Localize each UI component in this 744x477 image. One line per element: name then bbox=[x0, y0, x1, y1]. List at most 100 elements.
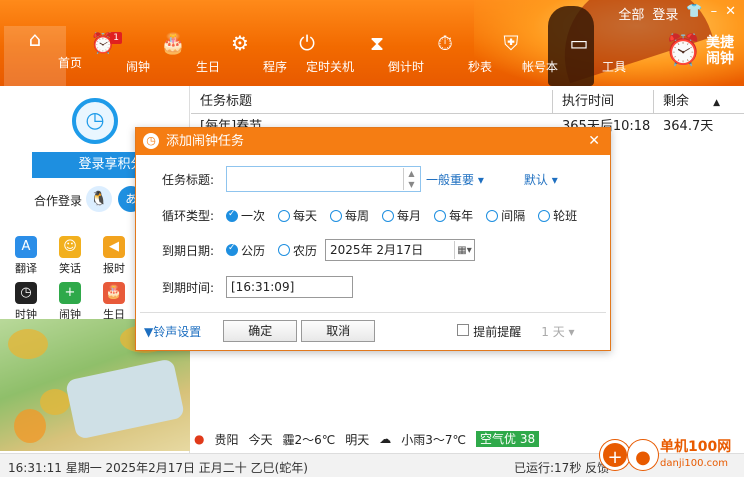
nav-gear[interactable]: ⚙ 程序 bbox=[209, 30, 287, 82]
tool-item[interactable]: 🎂 生日 bbox=[92, 282, 136, 322]
stopwatch-icon: ⏱ bbox=[437, 31, 453, 55]
skin-icon[interactable]: 👕 bbox=[686, 4, 702, 23]
col-task-title[interactable]: 任务标题 bbox=[191, 90, 553, 113]
home-icon: ⌂ bbox=[28, 27, 42, 51]
cycle-radio[interactable]: 间隔 bbox=[486, 207, 525, 224]
rain-cloud-icon: ☁ bbox=[379, 432, 392, 446]
login-link[interactable]: 登录 bbox=[652, 4, 678, 23]
cycle-type-options: 一次每天每周每月每年间隔轮班 bbox=[226, 207, 590, 225]
brand-line-2: 闹钟 bbox=[706, 51, 734, 67]
tomorrow-label: 明天 bbox=[345, 432, 370, 447]
running-time: 已运行:17秒 bbox=[514, 461, 582, 475]
cycle-radio[interactable]: 轮班 bbox=[538, 207, 577, 224]
cycle-type-label: 循环类型: bbox=[161, 209, 214, 224]
alarm-clock-icon: ⏰ bbox=[90, 31, 116, 55]
nav-alarm-clock[interactable]: ⏰ 闹钟 1 bbox=[72, 30, 150, 82]
importance-dropdown[interactable]: 一般重要 ▾ bbox=[426, 171, 484, 188]
speaker-icon: ◀ bbox=[103, 236, 125, 258]
sound-dropdown[interactable]: 默认 ▾ bbox=[524, 171, 558, 188]
tool-label: 报时 bbox=[103, 262, 125, 275]
due-time-input[interactable]: [16:31:09] bbox=[226, 276, 353, 298]
task-title-spinner-icon[interactable]: ▲ ▼ bbox=[403, 168, 419, 190]
col-exec-time[interactable]: 执行时间 bbox=[553, 90, 654, 113]
clock-icon: ◷ bbox=[15, 282, 37, 304]
task-title-label: 任务标题: bbox=[161, 172, 214, 187]
ringtone-settings-link[interactable]: ▼铃声设置 bbox=[144, 323, 201, 340]
nav-monitor[interactable]: ▭ 工具 bbox=[548, 30, 626, 82]
dialog-close-icon[interactable]: ✕ bbox=[588, 128, 600, 155]
nav-birthday-cake[interactable]: 🎂 生日 bbox=[142, 30, 220, 82]
today-weather: 霾2～6℃ bbox=[282, 432, 336, 447]
ok-button[interactable]: 确定 bbox=[223, 320, 298, 342]
due-time-label: 到期时间: bbox=[161, 280, 214, 295]
location-pin-icon: ● bbox=[194, 432, 205, 446]
nav-stopwatch[interactable]: ⏱ 秒表 bbox=[414, 30, 492, 82]
date-value: 2025年 2月17日 bbox=[330, 243, 424, 257]
tool-label: 翻译 bbox=[15, 262, 37, 275]
calendar-dropdown-icon[interactable]: ▦▾ bbox=[454, 241, 474, 259]
date-picker[interactable]: 2025年 2月17日 ▦▾ bbox=[325, 239, 476, 261]
close-window-icon[interactable]: ✕ bbox=[725, 4, 736, 23]
tool-item[interactable]: ◷ 时钟 bbox=[4, 282, 48, 322]
birthday-cake-icon: 🎂 bbox=[103, 282, 125, 304]
sort-arrow-icon: ▲ bbox=[713, 98, 721, 108]
coop-login-label: 合作登录 bbox=[34, 194, 83, 208]
add-alarm-dialog: ◷ 添加闹钟任务 ✕ 任务标题: ▲▼ 一般重要 ▾ 默认 ▾ 循环类型: 一次… bbox=[135, 127, 611, 351]
nav-home[interactable]: ⌂ 首页 bbox=[4, 26, 82, 86]
shield-icon: ⛨ bbox=[503, 31, 519, 55]
cancel-button[interactable]: 取消 bbox=[301, 320, 376, 342]
translate-icon: A bbox=[15, 236, 37, 258]
user-avatar-clock-icon: ◷ bbox=[72, 98, 118, 144]
power-icon: ⏻ bbox=[299, 31, 315, 55]
cycle-radio[interactable]: 每天 bbox=[278, 207, 317, 224]
cycle-radio[interactable]: 一次 bbox=[226, 207, 265, 224]
alarm-add-icon: + bbox=[59, 282, 81, 304]
status-datetime: 16:31:11 星期一 2025年2月17日 正月二十 乙巳(蛇年) bbox=[8, 461, 308, 475]
tool-label: 笑话 bbox=[59, 262, 81, 275]
dialog-titlebar: ◷ 添加闹钟任务 ✕ bbox=[136, 128, 610, 155]
tool-item[interactable]: + 闹钟 bbox=[48, 282, 92, 322]
cycle-radio[interactable]: 每周 bbox=[330, 207, 369, 224]
brand-logo: ⏰ 美捷 闹钟 bbox=[665, 34, 734, 68]
all-link[interactable]: 全部 bbox=[618, 4, 644, 23]
nav-shield[interactable]: ⛨ 帐号本 bbox=[480, 30, 559, 82]
row-remain: 364.7天 bbox=[663, 119, 714, 134]
watermark-sub: danji100.com bbox=[660, 458, 728, 469]
dialog-separator bbox=[140, 312, 606, 313]
alarm-count-badge: 1 bbox=[110, 32, 122, 44]
smiley-icon: ☺ bbox=[59, 236, 81, 258]
nav-label: 工具 bbox=[601, 60, 626, 74]
nav-hourglass[interactable]: ⧗ 倒计时 bbox=[346, 30, 424, 82]
brand-line-1: 美捷 bbox=[706, 35, 734, 51]
dialog-title: 添加闹钟任务 bbox=[166, 134, 245, 149]
advance-reminder-checkbox[interactable]: 提前提醒 bbox=[457, 323, 521, 340]
watermark: 单机100网 danji100.com bbox=[660, 436, 731, 469]
tool-item[interactable]: ◀ 报时 bbox=[92, 236, 136, 276]
brand-clock-icon: ⏰ bbox=[664, 33, 702, 68]
cycle-radio[interactable]: 每年 bbox=[434, 207, 473, 224]
tool-item[interactable]: A 翻译 bbox=[4, 236, 48, 276]
cycle-radio[interactable]: 每月 bbox=[382, 207, 421, 224]
birthday-cake-icon: 🎂 bbox=[160, 31, 186, 55]
calendar-lunar-radio[interactable]: 农历 bbox=[278, 242, 317, 259]
monitor-icon: ▭ bbox=[569, 31, 589, 55]
nav-power[interactable]: ⏻ 定时关机 bbox=[276, 30, 354, 82]
dialog-alarm-icon: ◷ bbox=[143, 133, 159, 149]
add-float-icon[interactable]: + bbox=[600, 440, 630, 470]
task-title-input[interactable]: ▲ ▼ bbox=[226, 166, 421, 192]
weather-city[interactable]: 贵阳 bbox=[214, 431, 238, 448]
tomorrow-weather: 小雨3～7℃ bbox=[401, 432, 467, 447]
due-date-label: 到期日期: bbox=[161, 243, 214, 258]
gear-icon: ⚙ bbox=[231, 31, 249, 55]
task-list-header: 任务标题 执行时间 剩余 ▲ bbox=[191, 90, 744, 114]
record-float-icon[interactable]: ● bbox=[628, 440, 658, 470]
minimize-icon[interactable]: – bbox=[711, 4, 718, 23]
qq-login-icon[interactable]: 🐧 bbox=[86, 186, 112, 212]
col-remain[interactable]: 剩余 ▲ bbox=[654, 90, 744, 113]
advance-days-dropdown[interactable]: 1 天 ▾ bbox=[541, 323, 574, 340]
watermark-text: 单机100网 bbox=[660, 439, 732, 455]
tool-item[interactable]: ☺ 笑话 bbox=[48, 236, 92, 276]
air-quality-badge: 空气优 38 bbox=[476, 431, 540, 447]
calendar-solar-radio[interactable]: 公历 bbox=[226, 242, 265, 259]
today-label: 今天 bbox=[248, 432, 273, 447]
